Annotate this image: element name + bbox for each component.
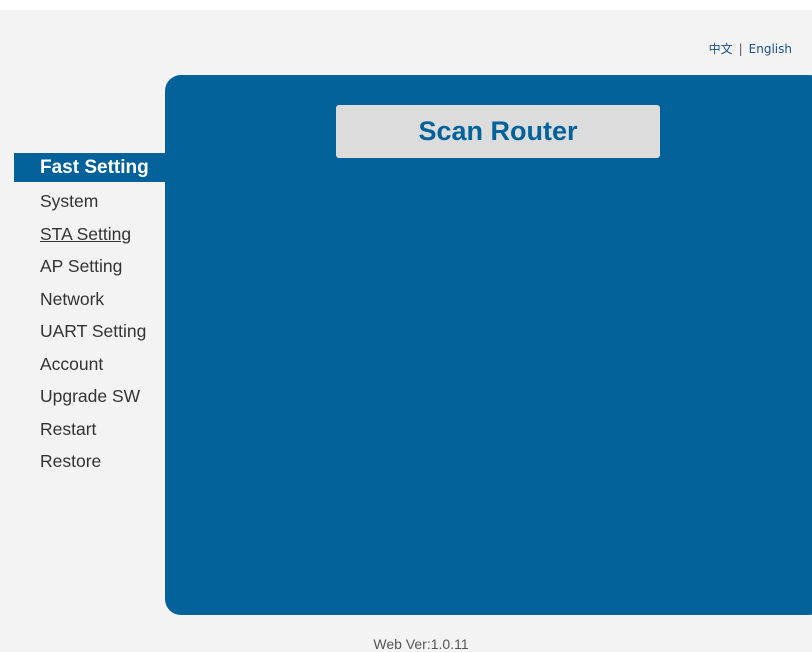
- sidebar-item-upgrade-sw[interactable]: Upgrade SW: [14, 380, 165, 413]
- sidebar-item-account[interactable]: Account: [14, 348, 165, 381]
- lang-english-link[interactable]: English: [749, 42, 792, 56]
- sidebar-item-uart-setting[interactable]: UART Setting: [14, 315, 165, 348]
- sidebar-menu: Fast Setting System STA Setting AP Setti…: [14, 153, 165, 478]
- sidebar-item-network[interactable]: Network: [14, 283, 165, 316]
- scan-router-button[interactable]: Scan Router: [336, 105, 660, 158]
- sidebar-item-ap-setting[interactable]: AP Setting: [14, 250, 165, 283]
- main-content-panel: Scan Router: [165, 75, 812, 615]
- sidebar-item-system[interactable]: System: [14, 185, 165, 218]
- sidebar-item-fast-setting[interactable]: Fast Setting: [14, 153, 165, 182]
- sidebar-item-label: System: [40, 191, 99, 211]
- sidebar-item-label: AP Setting: [40, 256, 123, 276]
- sidebar-item-label: Fast Setting: [40, 157, 149, 178]
- sidebar-item-restart[interactable]: Restart: [14, 413, 165, 446]
- sidebar-item-label: Upgrade SW: [40, 386, 141, 406]
- web-version-label: Web Ver:1.0.11: [373, 636, 469, 652]
- lang-separator: |: [738, 42, 743, 56]
- sidebar-item-label: UART Setting: [40, 321, 147, 341]
- sidebar-item-sta-setting[interactable]: STA Setting: [14, 218, 165, 251]
- sidebar-item-label: Account: [40, 353, 104, 374]
- sidebar-item-restore[interactable]: Restore: [14, 445, 165, 478]
- sidebar-item-label: Restart: [40, 418, 97, 439]
- lang-chinese-link[interactable]: 中文: [709, 42, 733, 56]
- sidebar-item-label: Network: [40, 288, 105, 309]
- language-switcher: 中文 | English: [709, 40, 792, 57]
- sidebar-item-label: STA Setting: [40, 223, 132, 244]
- sidebar-item-label: Restore: [40, 451, 102, 471]
